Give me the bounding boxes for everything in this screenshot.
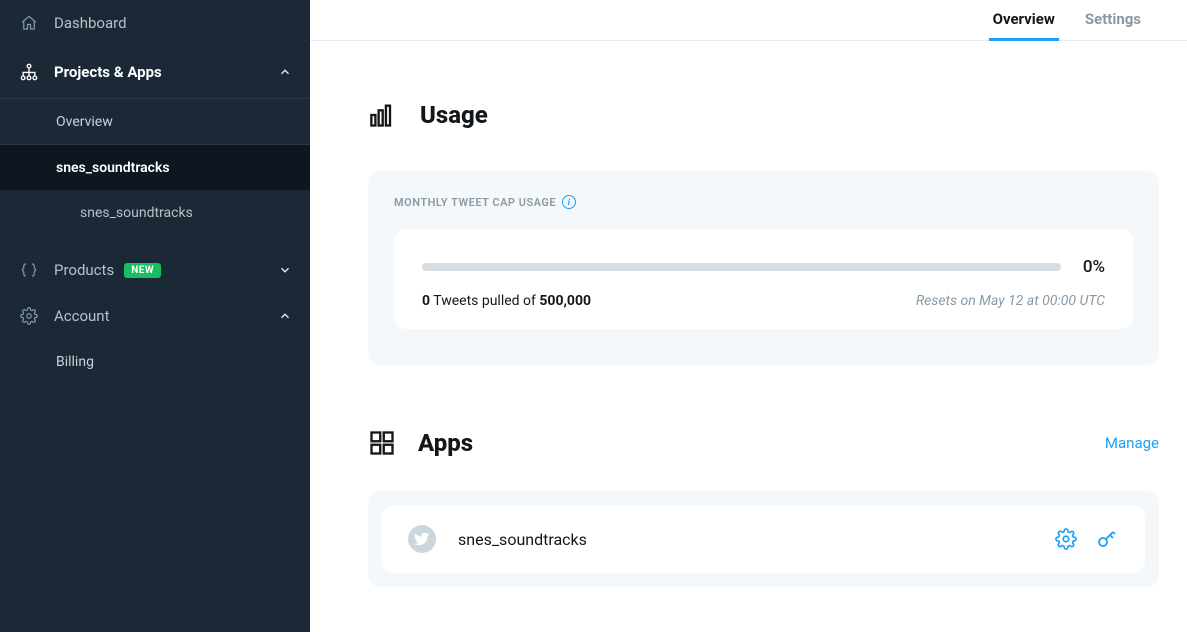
- sidebar-subitem-overview[interactable]: Overview: [0, 99, 310, 144]
- gear-icon: [18, 307, 40, 325]
- usage-cap-label-row: MONTHLY TWEET CAP USAGE i: [394, 195, 1133, 209]
- twitter-icon: [408, 525, 436, 553]
- sidebar-label-project: snes_soundtracks: [56, 160, 170, 176]
- usage-cap-total: 500,000: [539, 293, 591, 309]
- app-keys-button[interactable]: [1095, 527, 1119, 551]
- manage-link[interactable]: Manage: [1105, 434, 1159, 452]
- apps-card: snes_soundtracks: [368, 491, 1159, 587]
- section-title-apps: Apps: [418, 429, 473, 457]
- tabbar: Overview Settings: [310, 0, 1187, 41]
- sidebar-label-products: Products: [54, 261, 114, 279]
- sidebar-subsubitem-app[interactable]: snes_soundtracks: [0, 190, 310, 235]
- usage-percent: 0%: [1083, 257, 1105, 277]
- section-head-usage: Usage: [368, 101, 1159, 129]
- home-icon: [18, 14, 40, 32]
- grid-icon: [368, 429, 396, 457]
- app-actions: [1055, 527, 1119, 551]
- tab-settings[interactable]: Settings: [1081, 10, 1145, 41]
- sidebar-label-account: Account: [54, 307, 110, 325]
- usage-cap-label: MONTHLY TWEET CAP USAGE: [394, 196, 556, 209]
- chart-icon: [368, 101, 398, 129]
- app-settings-button[interactable]: [1055, 527, 1077, 551]
- sidebar: Dashboard Projects & Apps Overview snes_…: [0, 0, 310, 632]
- usage-pulled: 0 Tweets pulled of 500,000: [422, 293, 591, 309]
- hierarchy-icon: [18, 62, 40, 82]
- sidebar-section-projects[interactable]: Projects & Apps: [0, 46, 310, 98]
- chevron-up-icon: [278, 65, 292, 79]
- progress-row: 0%: [422, 257, 1105, 277]
- sidebar-label-overview: Overview: [56, 114, 113, 130]
- chevron-down-icon: [278, 263, 292, 277]
- tab-overview[interactable]: Overview: [989, 10, 1059, 41]
- tab-label-overview: Overview: [993, 10, 1055, 28]
- tab-label-settings: Settings: [1085, 10, 1141, 28]
- chevron-up-icon: [278, 309, 292, 323]
- sidebar-subitem-project[interactable]: snes_soundtracks: [0, 145, 310, 190]
- sidebar-item-account[interactable]: Account: [0, 293, 310, 339]
- app-row[interactable]: snes_soundtracks: [382, 505, 1145, 573]
- sidebar-item-products[interactable]: Products NEW: [0, 247, 310, 293]
- usage-card: MONTHLY TWEET CAP USAGE i 0% 0 Tweets pu…: [368, 171, 1159, 365]
- usage-stat-row: 0 Tweets pulled of 500,000 Resets on May…: [422, 293, 1105, 309]
- sidebar-label-projects: Projects & Apps: [54, 63, 162, 81]
- info-icon[interactable]: i: [562, 195, 576, 209]
- main-content: Overview Settings Usage MONTHLY TWEET CA…: [310, 0, 1187, 632]
- usage-resets: Resets on May 12 at 00:00 UTC: [916, 293, 1105, 309]
- new-badge: NEW: [124, 263, 161, 278]
- sidebar-label-app: snes_soundtracks: [80, 205, 193, 221]
- braces-icon: [18, 261, 40, 279]
- section-head-apps: Apps: [368, 429, 473, 457]
- sidebar-label-billing: Billing: [56, 354, 94, 370]
- usage-pulled-count: 0: [422, 293, 430, 309]
- usage-inner-card: 0% 0 Tweets pulled of 500,000 Resets on …: [394, 229, 1133, 329]
- app-name: snes_soundtracks: [458, 530, 587, 549]
- usage-pulled-text: Tweets pulled of: [430, 293, 539, 309]
- progress-bar: [422, 263, 1061, 271]
- sidebar-label-dashboard: Dashboard: [54, 14, 127, 32]
- sidebar-subitem-billing[interactable]: Billing: [0, 339, 310, 384]
- sidebar-item-dashboard[interactable]: Dashboard: [0, 0, 310, 46]
- section-title-usage: Usage: [420, 101, 488, 129]
